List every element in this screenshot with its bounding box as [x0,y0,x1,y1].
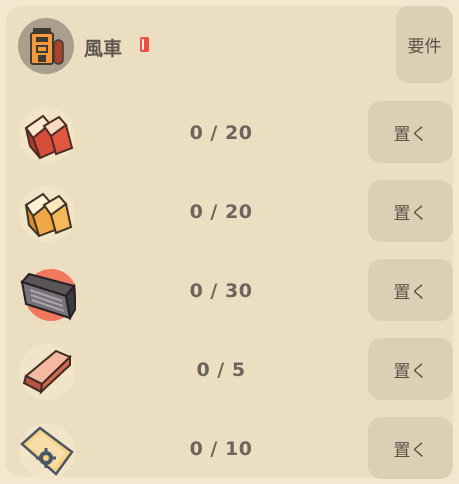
material-row-red-crystal: 0 / 20 置く [6,98,453,168]
panel-header: 風車 要件 [6,6,453,86]
place-button-yellow-crystal[interactable]: 置く [368,180,453,242]
red-tag-icon [140,37,149,52]
place-button-metal-plate[interactable]: 置く [368,259,453,321]
material-count: 0 / 30 [189,280,253,302]
metal-plate-icon [18,264,78,322]
material-count: 0 / 20 [189,122,253,144]
building-title: 風車 [84,38,123,60]
material-count: 0 / 5 [196,359,246,381]
yellow-crystal-icon [18,185,76,243]
requirements-button[interactable]: 要件 [396,6,453,83]
place-button-copper-ingot[interactable]: 置く [368,338,453,400]
red-crystal-icon [18,106,76,164]
material-row-gear-card: 0 / 10 置く [6,414,453,484]
material-count: 0 / 10 [189,438,253,460]
windmill-building-icon [18,18,74,74]
material-row-copper-ingot: 0 / 5 置く [6,335,453,405]
material-count: 0 / 20 [189,201,253,223]
place-button-red-crystal[interactable]: 置く [368,101,453,163]
gear-card-icon [18,422,76,480]
place-button-gear-card[interactable]: 置く [368,417,453,479]
material-row-yellow-crystal: 0 / 20 置く [6,177,453,247]
materials-panel: 風車 要件 0 / 20 置く 0 / 20 置く 0 / 30 置く 0 / … [6,6,453,479]
material-row-metal-plate: 0 / 30 置く [6,256,453,326]
copper-ingot-icon [18,343,76,401]
